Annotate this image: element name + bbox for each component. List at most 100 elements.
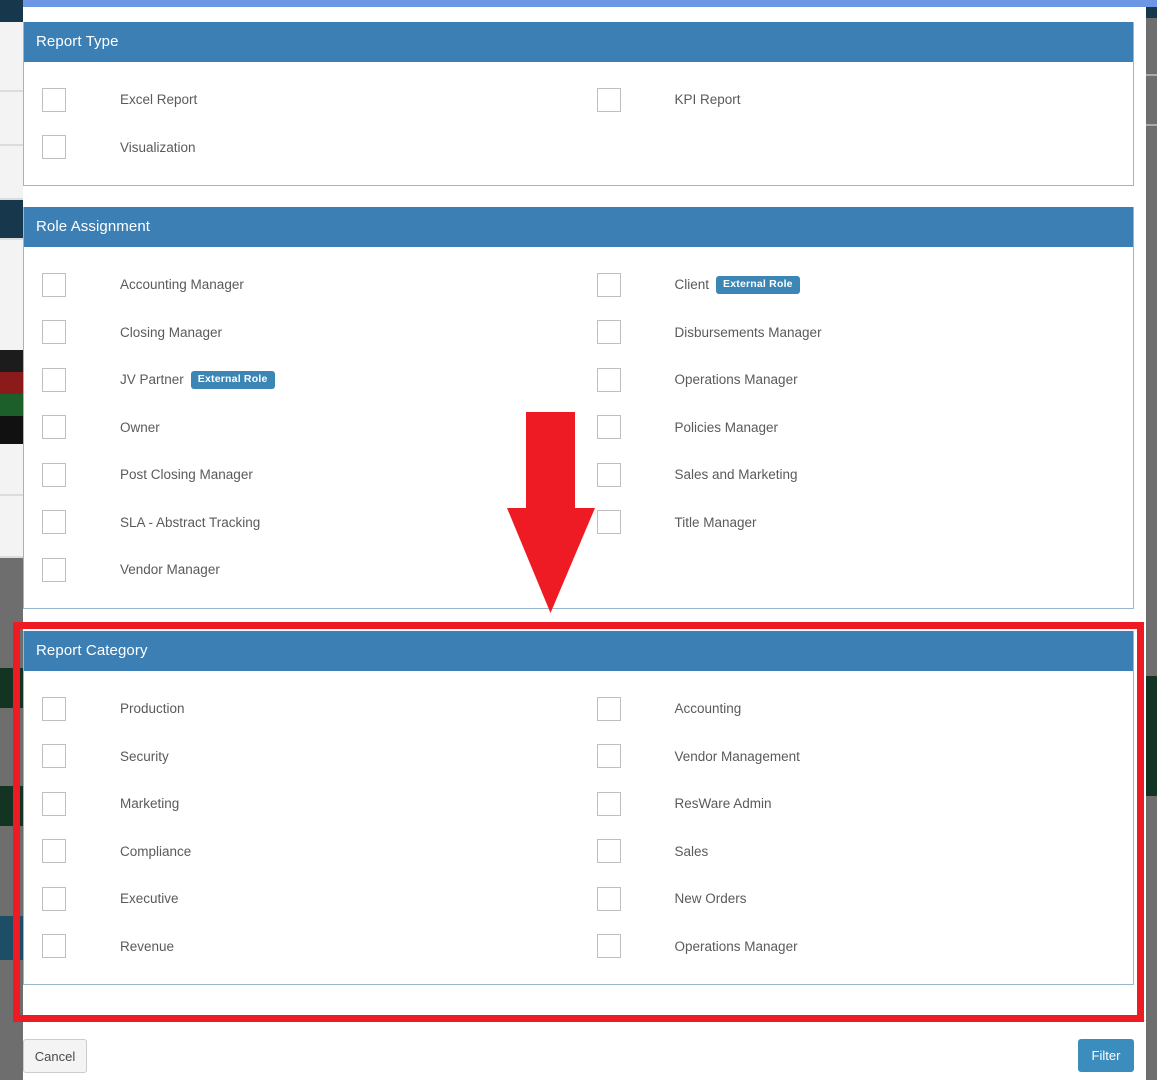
checkbox-label-security: Security: [120, 749, 169, 764]
checkbox-label-executive: Executive: [120, 891, 179, 906]
checkbox-row-security[interactable]: Security: [24, 733, 579, 781]
label-text: Security: [120, 749, 169, 764]
label-text: Closing Manager: [120, 325, 222, 340]
label-text: JV Partner: [120, 372, 184, 387]
checkbox-label-new-orders: New Orders: [675, 891, 747, 906]
checkbox-operations-manager-category[interactable]: [597, 934, 621, 958]
panel-report-type-body: Excel Report KPI Report Visualization: [24, 62, 1133, 185]
label-text: Operations Manager: [675, 372, 798, 387]
checkbox-new-orders[interactable]: [597, 887, 621, 911]
checkbox-label-sla-abstract-tracking: SLA - Abstract Tracking: [120, 515, 260, 530]
checkbox-row-accounting[interactable]: Accounting: [579, 685, 1134, 733]
background-page-left-sliver: [0, 0, 23, 1080]
checkbox-row-excel-report[interactable]: Excel Report: [24, 76, 579, 124]
checkbox-owner[interactable]: [42, 415, 66, 439]
footer-divider: [23, 1020, 1146, 1021]
checkbox-row-client[interactable]: Client External Role: [579, 261, 1134, 309]
checkbox-row-accounting-manager[interactable]: Accounting Manager: [24, 261, 579, 309]
checkbox-row-vendor-management[interactable]: Vendor Management: [579, 733, 1134, 781]
checkbox-row-compliance[interactable]: Compliance: [24, 828, 579, 876]
checkbox-row-marketing[interactable]: Marketing: [24, 780, 579, 828]
checkbox-kpi-report[interactable]: [597, 88, 621, 112]
checkbox-revenue[interactable]: [42, 934, 66, 958]
checkbox-sales[interactable]: [597, 839, 621, 863]
screen-root: Report Type Excel Report KPI Report: [0, 0, 1157, 1080]
checkbox-row-sales-and-marketing[interactable]: Sales and Marketing: [579, 451, 1134, 499]
checkbox-compliance[interactable]: [42, 839, 66, 863]
report-type-options-grid: Excel Report KPI Report Visualization: [24, 76, 1133, 171]
checkbox-label-title-manager: Title Manager: [675, 515, 757, 530]
checkbox-row-owner[interactable]: Owner: [24, 404, 579, 452]
checkbox-row-revenue[interactable]: Revenue: [24, 923, 579, 971]
checkbox-executive[interactable]: [42, 887, 66, 911]
checkbox-post-closing-manager[interactable]: [42, 463, 66, 487]
checkbox-security[interactable]: [42, 744, 66, 768]
checkbox-row-new-orders[interactable]: New Orders: [579, 875, 1134, 923]
checkbox-label-accounting-manager: Accounting Manager: [120, 277, 244, 292]
checkbox-sla-abstract-tracking[interactable]: [42, 510, 66, 534]
checkbox-label-operations-manager-category: Operations Manager: [675, 939, 798, 954]
report-category-options-grid: Production Accounting Security: [24, 685, 1133, 970]
background-page-right-sliver: [1146, 0, 1157, 1080]
checkbox-row-sales[interactable]: Sales: [579, 828, 1134, 876]
checkbox-accounting-manager[interactable]: [42, 273, 66, 297]
checkbox-policies-manager[interactable]: [597, 415, 621, 439]
checkbox-row-operations-manager[interactable]: Operations Manager: [579, 356, 1134, 404]
checkbox-row-empty-spacer: [579, 546, 1134, 594]
checkbox-visualization[interactable]: [42, 135, 66, 159]
checkbox-production[interactable]: [42, 697, 66, 721]
label-text: SLA - Abstract Tracking: [120, 515, 260, 530]
panel-report-category-body: Production Accounting Security: [24, 671, 1133, 984]
checkbox-accounting[interactable]: [597, 697, 621, 721]
filter-button[interactable]: Filter: [1078, 1039, 1134, 1072]
label-text: Client: [675, 277, 710, 292]
label-text: Visualization: [120, 140, 196, 155]
checkbox-sales-and-marketing[interactable]: [597, 463, 621, 487]
checkbox-client[interactable]: [597, 273, 621, 297]
panel-report-type: Report Type Excel Report KPI Report: [23, 22, 1134, 186]
checkbox-row-sla-abstract-tracking[interactable]: SLA - Abstract Tracking: [24, 499, 579, 547]
checkbox-disbursements-manager[interactable]: [597, 320, 621, 344]
checkbox-row-visualization[interactable]: Visualization: [24, 124, 579, 172]
checkbox-row-vendor-manager[interactable]: Vendor Manager: [24, 546, 579, 594]
checkbox-title-manager[interactable]: [597, 510, 621, 534]
checkbox-vendor-manager[interactable]: [42, 558, 66, 582]
checkbox-resware-admin[interactable]: [597, 792, 621, 816]
cancel-button[interactable]: Cancel: [23, 1039, 87, 1073]
checkbox-row-jv-partner[interactable]: JV Partner External Role: [24, 356, 579, 404]
label-text: Accounting Manager: [120, 277, 244, 292]
checkbox-row-production[interactable]: Production: [24, 685, 579, 733]
checkbox-label-policies-manager: Policies Manager: [675, 420, 779, 435]
badge-external-role: External Role: [716, 276, 800, 294]
checkbox-row-resware-admin[interactable]: ResWare Admin: [579, 780, 1134, 828]
label-text: Disbursements Manager: [675, 325, 822, 340]
checkbox-row-post-closing-manager[interactable]: Post Closing Manager: [24, 451, 579, 499]
checkbox-label-closing-manager: Closing Manager: [120, 325, 222, 340]
checkbox-row-executive[interactable]: Executive: [24, 875, 579, 923]
checkbox-label-jv-partner: JV Partner External Role: [120, 371, 275, 389]
label-text: Marketing: [120, 796, 179, 811]
checkbox-label-revenue: Revenue: [120, 939, 174, 954]
checkbox-label-marketing: Marketing: [120, 796, 179, 811]
checkbox-jv-partner[interactable]: [42, 368, 66, 392]
label-text: Accounting: [675, 701, 742, 716]
label-text: Title Manager: [675, 515, 757, 530]
label-text: Vendor Manager: [120, 562, 220, 577]
checkbox-operations-manager[interactable]: [597, 368, 621, 392]
checkbox-row-title-manager[interactable]: Title Manager: [579, 499, 1134, 547]
checkbox-label-client: Client External Role: [675, 276, 800, 294]
checkbox-row-disbursements-manager[interactable]: Disbursements Manager: [579, 309, 1134, 357]
checkbox-marketing[interactable]: [42, 792, 66, 816]
checkbox-closing-manager[interactable]: [42, 320, 66, 344]
checkbox-row-closing-manager[interactable]: Closing Manager: [24, 309, 579, 357]
down-arrow-annotation: [505, 410, 597, 615]
checkbox-row-policies-manager[interactable]: Policies Manager: [579, 404, 1134, 452]
checkbox-vendor-management[interactable]: [597, 744, 621, 768]
checkbox-row-kpi-report[interactable]: KPI Report: [579, 76, 1134, 124]
checkbox-label-post-closing-manager: Post Closing Manager: [120, 467, 253, 482]
checkbox-excel-report[interactable]: [42, 88, 66, 112]
label-text: Revenue: [120, 939, 174, 954]
panel-role-assignment-title: Role Assignment: [24, 207, 1133, 247]
checkbox-row-operations-manager-category[interactable]: Operations Manager: [579, 923, 1134, 971]
label-text: Policies Manager: [675, 420, 779, 435]
